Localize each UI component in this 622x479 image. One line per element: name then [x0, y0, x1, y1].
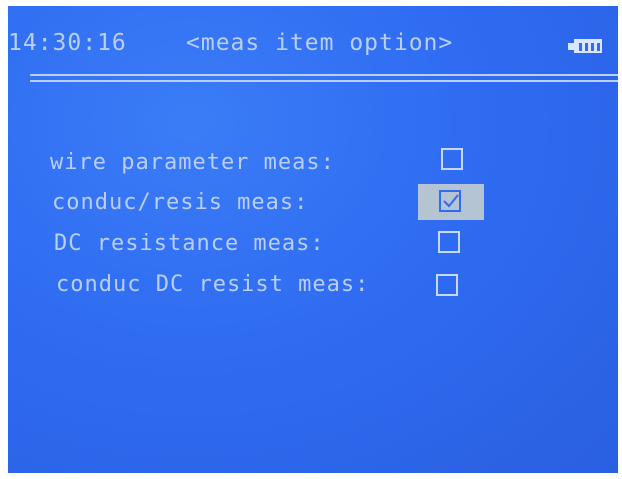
- clock-time: 14:30:16: [8, 30, 127, 56]
- header-divider-bottom: [30, 80, 618, 82]
- checkbox-wire-parameter-meas[interactable]: [441, 148, 463, 170]
- option-label: conduc DC resist meas:: [56, 272, 370, 297]
- option-conduc-dc-resist-meas[interactable]: conduc DC resist meas:: [56, 272, 496, 304]
- checkmark-icon: [443, 194, 459, 208]
- page-title: <meas item option>: [186, 30, 454, 56]
- option-label: DC resistance meas:: [54, 231, 325, 256]
- checkbox-conduc-dc-resist-meas[interactable]: [436, 274, 458, 296]
- checkbox-conduc-resis-meas[interactable]: [439, 190, 461, 212]
- header-divider-top: [30, 74, 618, 76]
- checkbox-dc-resistance-meas[interactable]: [438, 231, 460, 253]
- option-wire-parameter-meas[interactable]: wire parameter meas:: [50, 150, 490, 182]
- option-dc-resistance-meas[interactable]: DC resistance meas:: [54, 231, 494, 263]
- option-conduc-resis-meas[interactable]: conduc/resis meas:: [52, 190, 492, 222]
- header-bar: 14:30:16 <meas item option>: [8, 30, 618, 70]
- battery-full-icon: [568, 39, 604, 55]
- option-label: conduc/resis meas:: [52, 190, 309, 215]
- lcd-screen: 14:30:16 <meas item option> wire paramet…: [8, 6, 618, 473]
- option-label: wire parameter meas:: [50, 150, 335, 175]
